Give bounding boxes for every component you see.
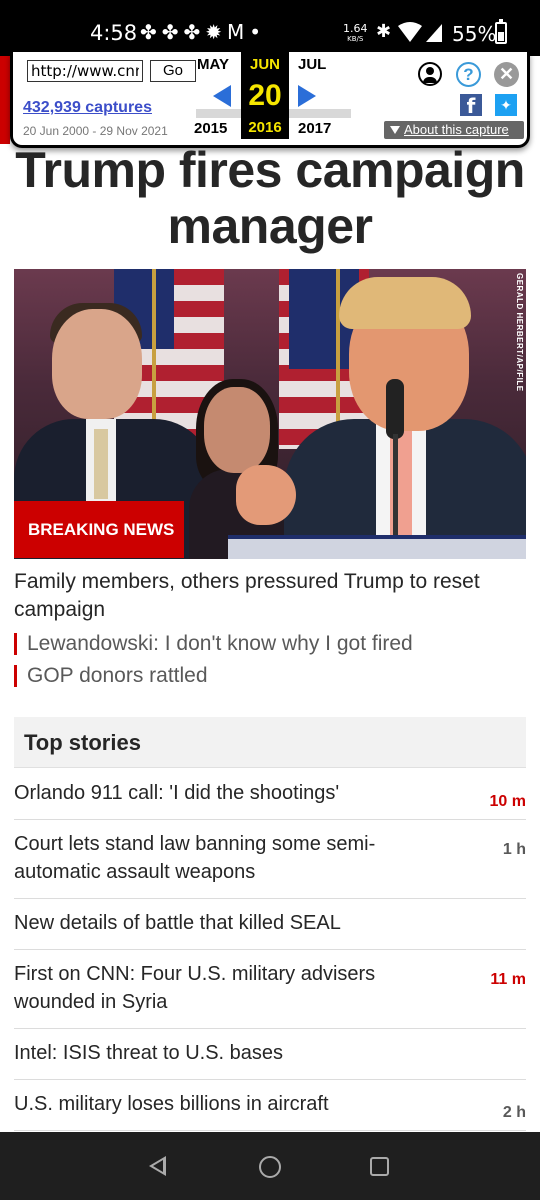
wayback-prev-capture-arrow-icon[interactable]: [213, 85, 231, 107]
network-speed-unit: KB/S: [347, 35, 364, 43]
notification-icons: ✤✤✤✹M•: [140, 20, 267, 44]
podium: [228, 535, 526, 559]
cnn-logo-edge: [0, 56, 10, 144]
related-story-link[interactable]: GOP donors rattled: [14, 665, 208, 687]
related-story-link[interactable]: Lewandowski: I don't know why I got fire…: [14, 633, 413, 655]
wayback-current-year: 2016: [248, 119, 282, 136]
microphone: [386, 379, 404, 439]
status-time: 4:58: [90, 21, 138, 45]
story-item[interactable]: Intel: ISIS threat to U.S. bases: [14, 1029, 526, 1080]
wayback-capture-range: 20 Jun 2000 - 29 Nov 2021: [23, 124, 168, 138]
man-left-face: [52, 309, 142, 419]
wayback-go-button[interactable]: Go: [150, 60, 196, 82]
story-item[interactable]: U.S. military loses billions in aircraft…: [14, 1080, 526, 1131]
lead-story-link[interactable]: Family members, others pressured Trump t…: [14, 568, 526, 624]
wayback-url-input[interactable]: [27, 60, 143, 82]
speaker-hair: [339, 277, 471, 329]
story-title[interactable]: Intel: ISIS threat to U.S. bases: [14, 1042, 283, 1064]
woman-face: [204, 387, 270, 473]
wayback-current-day: 20: [248, 79, 282, 112]
wayback-next-capture-arrow-icon[interactable]: [298, 85, 316, 107]
gesturing-hand: [236, 465, 296, 525]
battery-icon: [495, 19, 507, 44]
story-age: 10 m: [489, 793, 526, 810]
wayback-current-date: JUN 20 2016: [241, 52, 289, 139]
story-title[interactable]: U.S. military loses billions in aircraft: [14, 1093, 329, 1115]
story-item[interactable]: New details of battle that killed SEAL: [14, 899, 526, 950]
network-speed: 1.64 KB/S: [343, 23, 368, 44]
story-item[interactable]: First on CNN: Four U.S. military adviser…: [14, 950, 526, 1029]
photo-credit: GERALD HERBERT/AP/FILE: [515, 273, 524, 392]
wayback-next-month[interactable]: JUL: [298, 56, 326, 73]
status-bar: 4:58 ✤✤✤✹M• 1.64 KB/S ✱ 55%: [0, 0, 540, 56]
story-title[interactable]: New details of battle that killed SEAL: [14, 912, 341, 934]
breaking-news-badge: BREAKING NEWS: [14, 501, 184, 558]
facebook-icon[interactable]: f: [460, 94, 482, 118]
man-left-tie: [94, 429, 108, 499]
top-stories-header: Top stories: [14, 717, 526, 768]
story-item[interactable]: Court lets stand law banning some semi-a…: [14, 820, 526, 899]
wayback-captures-link[interactable]: 432,939 captures: [23, 99, 152, 117]
bluetooth-icon: ✱: [376, 21, 392, 42]
wayback-prev-year[interactable]: 2015: [194, 120, 227, 137]
user-account-icon[interactable]: [418, 62, 442, 86]
about-capture-button[interactable]: About this capture: [384, 121, 524, 139]
home-icon[interactable]: [259, 1156, 281, 1178]
help-icon[interactable]: ?: [456, 62, 481, 87]
close-icon[interactable]: ✕: [494, 62, 519, 87]
wayback-next-year[interactable]: 2017: [298, 120, 331, 137]
wayback-current-month: JUN: [249, 56, 280, 73]
wayback-prev-month[interactable]: MAY: [197, 56, 229, 73]
back-icon[interactable]: [149, 1156, 166, 1176]
story-age: 11 m: [490, 971, 526, 988]
story-title[interactable]: Court lets stand law banning some semi-a…: [14, 833, 375, 883]
wayback-toolbar: Go 432,939 captures 20 Jun 2000 - 29 Nov…: [10, 52, 530, 148]
page-headline[interactable]: Trump fires campaign manager: [0, 142, 540, 254]
recent-apps-icon[interactable]: [370, 1157, 389, 1176]
system-nav-bar: [0, 1132, 540, 1200]
battery-percent: 55%: [452, 22, 497, 46]
story-title[interactable]: First on CNN: Four U.S. military adviser…: [14, 963, 375, 1013]
story-title[interactable]: Orlando 911 call: 'I did the shootings': [14, 782, 339, 804]
story-age: 1 h: [502, 841, 526, 858]
story-age: 2 h: [502, 1104, 526, 1121]
twitter-icon[interactable]: ✦: [495, 94, 517, 116]
wifi-icon: [398, 22, 442, 42]
top-stories-list: Orlando 911 call: 'I did the shootings' …: [14, 769, 526, 1131]
story-item[interactable]: Orlando 911 call: 'I did the shootings' …: [14, 769, 526, 820]
